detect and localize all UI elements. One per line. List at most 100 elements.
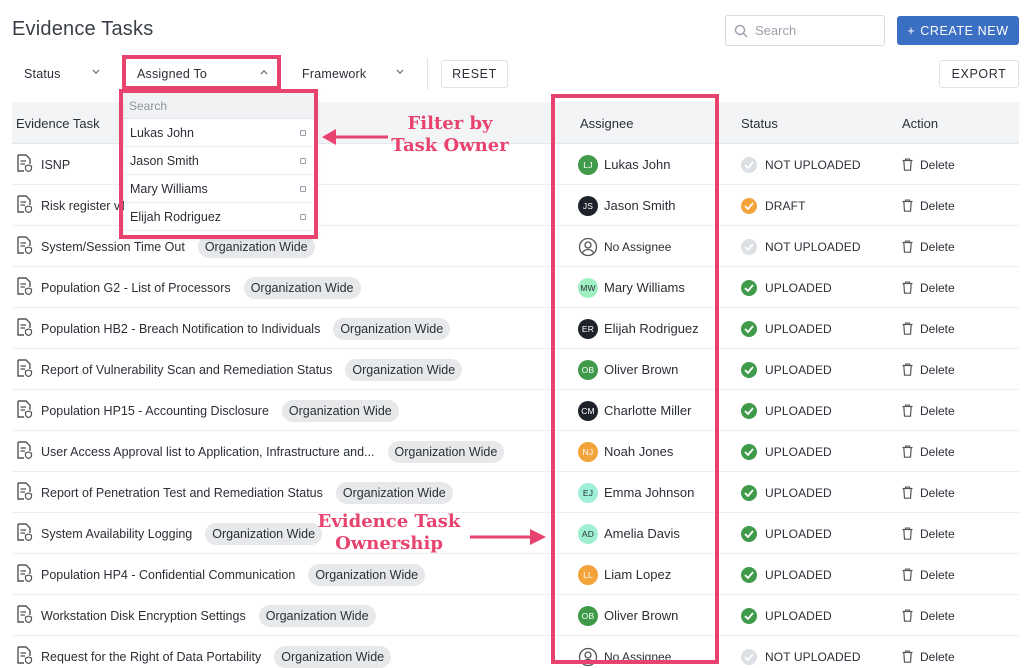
delete-label: Delete — [920, 239, 955, 254]
arrow-right-icon — [470, 529, 546, 545]
task-name[interactable]: System Availability Logging — [41, 527, 192, 541]
status-cell: UPLOADED — [741, 267, 832, 308]
delete-button[interactable]: Delete — [902, 554, 955, 595]
delete-button[interactable]: Delete — [902, 472, 955, 513]
check-circle-icon — [741, 156, 757, 173]
task-name[interactable]: Population HB2 - Breach Notification to … — [41, 322, 320, 336]
column-header-status[interactable]: Status — [741, 116, 778, 131]
task-name[interactable]: Request for the Right of Data Portabilit… — [41, 650, 261, 664]
reset-button[interactable]: RESET — [441, 60, 508, 88]
delete-button[interactable]: Delete — [902, 595, 955, 636]
evidence-task-cell[interactable]: Population HP15 - Accounting Disclosure O… — [16, 390, 399, 431]
check-circle-icon — [741, 320, 757, 337]
status-cell: UPLOADED — [741, 390, 832, 431]
table-row[interactable]: Report of Penetration Test and Remediati… — [12, 472, 1019, 513]
table-row[interactable]: Workstation Disk Encryption Settings Orga… — [12, 595, 1019, 636]
delete-button[interactable]: Delete — [902, 349, 955, 390]
trash-icon — [902, 322, 913, 335]
status-cell: UPLOADED — [741, 554, 832, 595]
evidence-task-cell[interactable]: Report of Penetration Test and Remediati… — [16, 472, 453, 513]
task-name[interactable]: Report of Vulnerability Scan and Remedia… — [41, 363, 332, 377]
evidence-task-cell[interactable]: Workstation Disk Encryption Settings Orga… — [16, 595, 376, 636]
delete-button[interactable]: Delete — [902, 636, 955, 668]
arrow-left-icon — [322, 129, 388, 145]
task-name[interactable]: System/Session Time Out — [41, 240, 185, 254]
check-circle-icon — [741, 566, 757, 583]
task-name[interactable]: ISNP — [41, 158, 70, 172]
task-name[interactable]: Report of Penetration Test and Remediati… — [41, 486, 323, 500]
framework-filter[interactable]: Framework — [290, 60, 414, 88]
evidence-task-cell[interactable]: Population G2 - List of Processors Organi… — [16, 267, 361, 308]
task-name[interactable]: Risk register v1 — [41, 199, 127, 213]
delete-button[interactable]: Delete — [902, 308, 955, 349]
status-label: UPLOADED — [765, 485, 832, 500]
delete-button[interactable]: Delete — [902, 226, 955, 267]
evidence-task-cell[interactable]: Population HP4 - Confidential Communicat… — [16, 554, 426, 595]
scope-tag: Organization Wide — [274, 645, 392, 668]
evidence-task-cell[interactable]: Request for the Right of Data Portabilit… — [16, 636, 392, 668]
table-row[interactable]: Request for the Right of Data Portabilit… — [12, 636, 1019, 668]
delete-label: Delete — [920, 444, 955, 459]
status-cell: NOT UPLOADED — [741, 636, 861, 668]
delete-label: Delete — [920, 157, 955, 172]
evidence-task-cell[interactable]: ISNP — [16, 144, 70, 185]
search-icon — [734, 24, 748, 37]
highlight-assignee-column — [551, 94, 719, 664]
delete-label: Delete — [920, 280, 955, 295]
status-filter-label: Status — [24, 67, 61, 81]
task-name[interactable]: Population G2 - List of Processors — [41, 281, 231, 295]
highlight-dropdown — [119, 89, 318, 239]
check-circle-icon — [741, 525, 757, 542]
table-row[interactable]: Population G2 - List of Processors Organi… — [12, 267, 1019, 308]
document-shield-icon — [16, 400, 33, 421]
evidence-task-cell[interactable]: System Availability Logging Organization … — [16, 513, 323, 554]
task-name[interactable]: Population HP4 - Confidential Communicat… — [41, 568, 295, 582]
task-name[interactable]: Population HP15 - Accounting Disclosure — [41, 404, 269, 418]
status-label: UPLOADED — [765, 444, 832, 459]
document-shield-icon — [16, 195, 33, 216]
table-row[interactable]: User Access Approval list to Application… — [12, 431, 1019, 472]
status-label: NOT UPLOADED — [765, 239, 861, 254]
table-row[interactable]: Report of Vulnerability Scan and Remedia… — [12, 349, 1019, 390]
create-new-button[interactable]: + CREATE NEW — [897, 16, 1019, 45]
trash-icon — [902, 650, 913, 663]
document-shield-icon — [16, 441, 33, 462]
status-cell: UPLOADED — [741, 308, 832, 349]
evidence-task-cell[interactable]: Risk register v1 — [16, 185, 127, 226]
delete-button[interactable]: Delete — [902, 431, 955, 472]
evidence-task-cell[interactable]: User Access Approval list to Application… — [16, 431, 505, 472]
delete-button[interactable]: Delete — [902, 144, 955, 185]
framework-filter-label: Framework — [302, 67, 367, 81]
document-shield-icon — [16, 154, 33, 175]
document-shield-icon — [16, 564, 33, 585]
delete-button[interactable]: Delete — [902, 267, 955, 308]
status-cell: UPLOADED — [741, 513, 832, 554]
delete-label: Delete — [920, 198, 955, 213]
delete-label: Delete — [920, 403, 955, 418]
highlight-assigned-to-filter — [122, 55, 281, 90]
table-row[interactable]: Population HP15 - Accounting Disclosure O… — [12, 390, 1019, 431]
evidence-task-cell[interactable]: Report of Vulnerability Scan and Remedia… — [16, 349, 463, 390]
delete-button[interactable]: Delete — [902, 185, 955, 226]
column-header-evidence-task[interactable]: Evidence Task — [16, 116, 100, 131]
trash-icon — [902, 158, 913, 171]
check-circle-icon — [741, 607, 757, 624]
status-cell: DRAFT — [741, 185, 806, 226]
delete-button[interactable]: Delete — [902, 513, 955, 554]
delete-button[interactable]: Delete — [902, 390, 955, 431]
scope-tag: Organization Wide — [308, 563, 426, 586]
column-header-action[interactable]: Action — [902, 116, 938, 131]
delete-label: Delete — [920, 321, 955, 336]
search-input[interactable]: Search — [725, 15, 885, 46]
table-row[interactable]: Population HP4 - Confidential Communicat… — [12, 554, 1019, 595]
delete-label: Delete — [920, 649, 955, 664]
task-name[interactable]: User Access Approval list to Application… — [41, 445, 375, 459]
status-filter[interactable]: Status — [12, 60, 110, 88]
filter-divider — [427, 58, 428, 90]
table-row[interactable]: Population HB2 - Breach Notification to … — [12, 308, 1019, 349]
status-label: UPLOADED — [765, 280, 832, 295]
export-button[interactable]: EXPORT — [939, 60, 1019, 88]
task-name[interactable]: Workstation Disk Encryption Settings — [41, 609, 246, 623]
evidence-task-cell[interactable]: Population HB2 - Breach Notification to … — [16, 308, 451, 349]
search-placeholder: Search — [755, 23, 797, 38]
